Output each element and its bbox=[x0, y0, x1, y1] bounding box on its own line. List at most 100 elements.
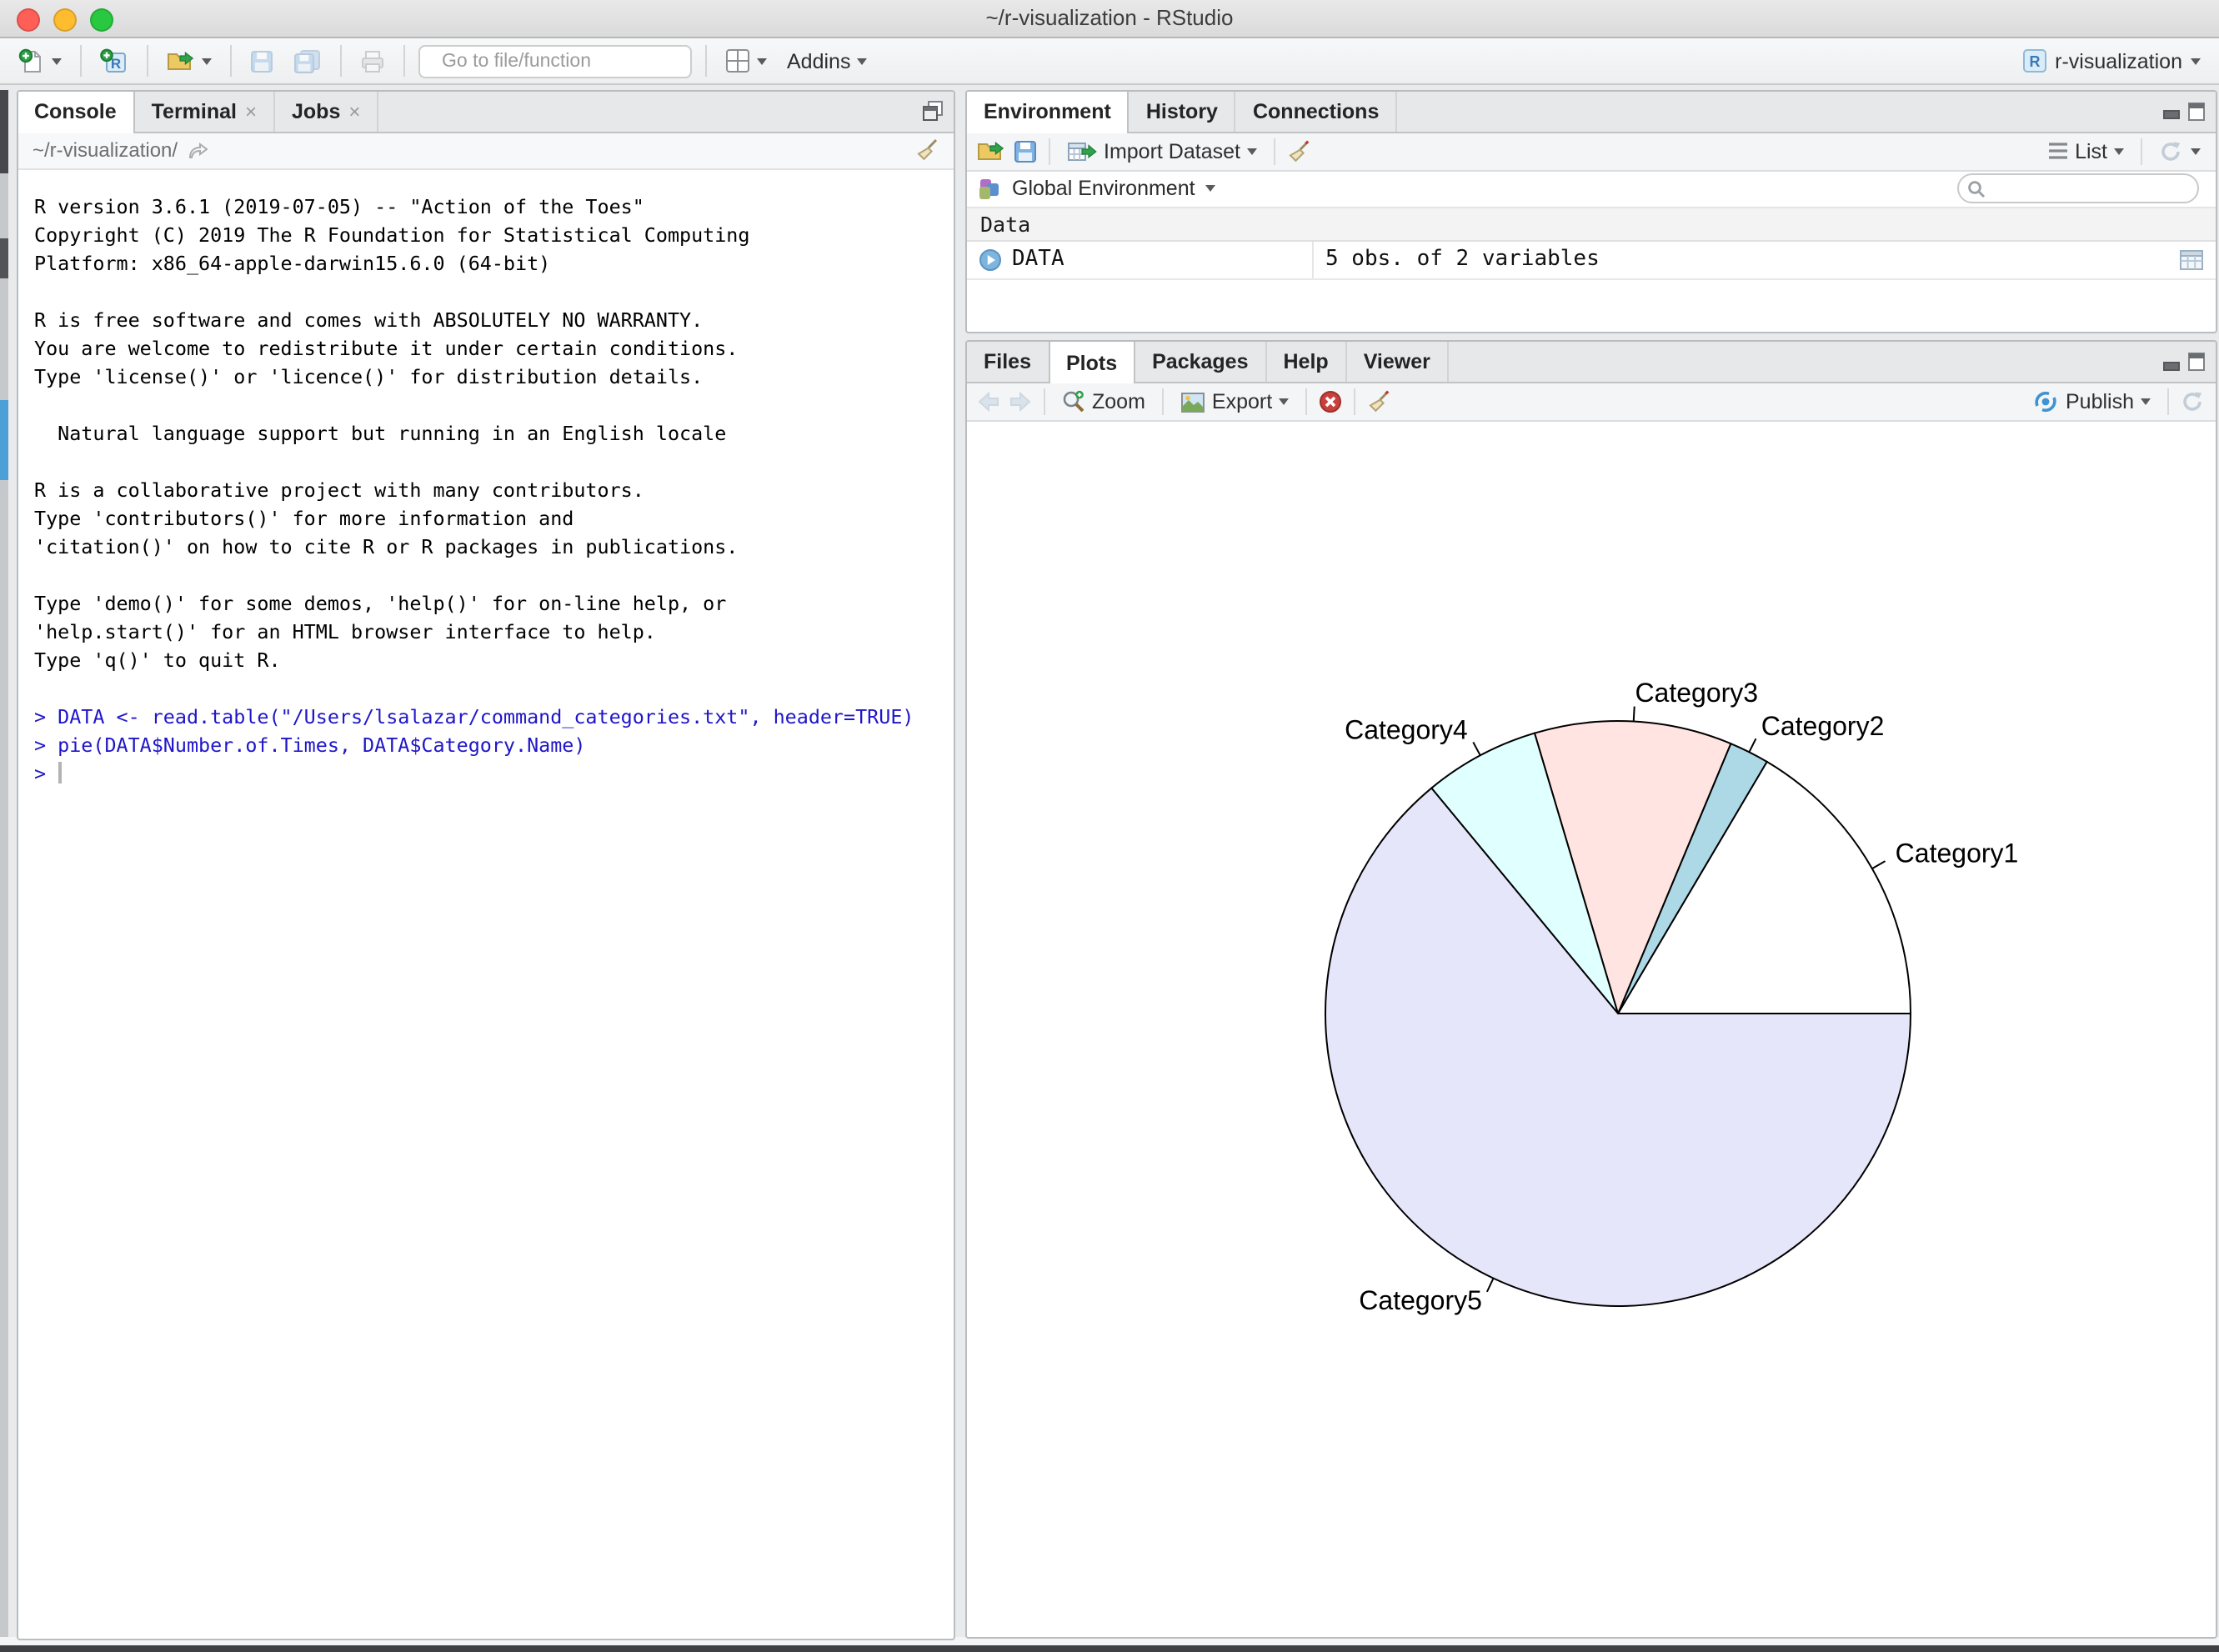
save-all-button[interactable] bbox=[288, 46, 327, 76]
tab-files[interactable]: Files bbox=[967, 342, 1049, 382]
maximize-pane-button[interactable] bbox=[921, 100, 943, 122]
console-output-line bbox=[34, 674, 936, 703]
traffic-light-close[interactable] bbox=[17, 8, 40, 32]
tab-packages[interactable]: Packages bbox=[1135, 342, 1266, 382]
console-output-line bbox=[34, 561, 936, 589]
title-bar: ~/r-visualization - RStudio bbox=[0, 0, 2219, 38]
goto-directory-icon[interactable] bbox=[188, 141, 208, 159]
environment-search-input[interactable] bbox=[1992, 177, 2189, 200]
toolbar-separator bbox=[705, 45, 707, 77]
export-plot-button[interactable]: Export bbox=[1175, 387, 1294, 417]
remove-plot-icon[interactable] bbox=[1319, 390, 1342, 413]
plots-toolbar: Zoom Export Publish bbox=[967, 383, 2216, 422]
maximize-pane-button[interactable] bbox=[2187, 101, 2206, 121]
list-view-label: List bbox=[2075, 139, 2107, 163]
environment-scope-label[interactable]: Global Environment bbox=[1012, 177, 1195, 200]
window-title: ~/r-visualization - RStudio bbox=[0, 0, 2219, 37]
addins-button[interactable]: Addins bbox=[782, 46, 872, 76]
traffic-light-zoom[interactable] bbox=[90, 8, 113, 32]
console-output-line: Type 'contributors()' for more informati… bbox=[34, 504, 936, 533]
minimize-pane-button[interactable] bbox=[2162, 102, 2181, 120]
tab-viewer[interactable]: Viewer bbox=[1347, 342, 1449, 382]
goto-file-function-input[interactable] bbox=[438, 49, 702, 73]
svg-text:R: R bbox=[2029, 53, 2040, 70]
toolbar-separator bbox=[147, 45, 148, 77]
dropdown-caret bbox=[52, 58, 62, 64]
console-output-line: Natural language support but running in … bbox=[34, 419, 936, 448]
tab-connections[interactable]: Connections bbox=[1236, 91, 1397, 131]
tab-environment[interactable]: Environment bbox=[967, 91, 1130, 133]
close-icon[interactable]: × bbox=[245, 99, 257, 123]
open-folder-icon bbox=[167, 48, 195, 73]
tab-help[interactable]: Help bbox=[1267, 342, 1347, 382]
tab-label: Terminal bbox=[152, 99, 237, 123]
toolbar-separator bbox=[2141, 138, 2142, 164]
toolbar-separator bbox=[80, 45, 82, 77]
tab-history[interactable]: History bbox=[1130, 91, 1236, 131]
console-output-line: 'help.start()' for an HTML browser inter… bbox=[34, 618, 936, 646]
clear-all-plots-broom-icon[interactable] bbox=[1367, 390, 1390, 413]
import-dataset-button[interactable]: Import Dataset bbox=[1062, 136, 1262, 166]
pie-label-tick bbox=[1872, 861, 1886, 869]
console-pane: Console Terminal × Jobs× ~/r-visualizatio… bbox=[16, 89, 954, 1639]
dropdown-caret bbox=[2114, 148, 2124, 154]
dropdown-caret bbox=[2191, 58, 2201, 64]
clear-console-broom-icon[interactable] bbox=[914, 138, 938, 162]
tab-terminal[interactable]: Terminal × bbox=[135, 91, 275, 131]
tab-jobs[interactable]: Jobs× bbox=[275, 91, 378, 131]
tab-label: Environment bbox=[984, 100, 1111, 123]
open-file-button[interactable] bbox=[162, 45, 217, 77]
pane-layout-button[interactable] bbox=[720, 45, 772, 77]
refresh-environment-button[interactable] bbox=[2154, 136, 2206, 166]
new-project-button[interactable]: R bbox=[95, 44, 133, 78]
next-plot-icon[interactable] bbox=[1009, 392, 1032, 412]
pie-label-tick bbox=[1749, 738, 1756, 752]
refresh-plot-icon[interactable] bbox=[2181, 390, 2206, 413]
load-workspace-icon[interactable] bbox=[977, 138, 1005, 163]
list-view-button[interactable]: List bbox=[2041, 136, 2129, 166]
dropdown-caret bbox=[1279, 398, 1289, 405]
tab-label: Help bbox=[1284, 350, 1329, 373]
expand-object-icon[interactable] bbox=[979, 248, 1002, 271]
minimize-pane-button[interactable] bbox=[2162, 353, 2181, 371]
console-output-line: 'citation()' on how to cite R or R packa… bbox=[34, 533, 936, 561]
goto-file-function-box[interactable] bbox=[418, 44, 692, 78]
toolbar-separator bbox=[1049, 138, 1050, 164]
save-workspace-icon[interactable] bbox=[1014, 139, 1037, 163]
working-directory: ~/r-visualization/ bbox=[33, 138, 178, 162]
tab-label: Connections bbox=[1253, 99, 1379, 123]
view-table-icon[interactable] bbox=[2179, 248, 2204, 271]
close-icon[interactable]: × bbox=[348, 99, 360, 123]
pie-label-tick bbox=[1634, 707, 1635, 722]
previous-plot-icon[interactable] bbox=[977, 392, 1000, 412]
tab-plots[interactable]: Plots bbox=[1048, 342, 1135, 383]
tab-console[interactable]: Console bbox=[18, 91, 135, 133]
environment-search-box[interactable] bbox=[1957, 173, 2199, 203]
search-icon bbox=[1967, 179, 1986, 198]
clear-environment-broom-icon[interactable] bbox=[1287, 139, 1310, 163]
toolbar-separator bbox=[403, 45, 405, 77]
export-plot-label: Export bbox=[1212, 390, 1272, 413]
maximize-pane-button[interactable] bbox=[2187, 352, 2206, 372]
toolbar-separator bbox=[1044, 388, 1045, 415]
import-dataset-icon bbox=[1067, 139, 1097, 163]
dropdown-caret bbox=[2191, 148, 2201, 154]
object-name: DATA bbox=[1012, 247, 1064, 272]
publish-plot-button[interactable]: Publish bbox=[2027, 387, 2156, 417]
zoom-plot-button[interactable]: Zoom bbox=[1057, 387, 1150, 417]
print-button[interactable] bbox=[355, 46, 390, 76]
console-path-row: ~/r-visualization/ bbox=[18, 133, 953, 169]
environment-object-row[interactable]: DATA 5 obs. of 2 variables bbox=[967, 241, 2216, 279]
project-menu-button[interactable]: R r-visualization bbox=[2016, 45, 2206, 77]
traffic-light-minimize[interactable] bbox=[53, 8, 77, 32]
console-output-line: Type 'demo()' for some demos, 'help()' f… bbox=[34, 589, 936, 618]
tab-label: Packages bbox=[1152, 350, 1248, 373]
tab-label: History bbox=[1146, 99, 1218, 123]
console-command-line: > DATA <- read.table("/Users/lsalazar/co… bbox=[34, 703, 936, 731]
console-cursor bbox=[58, 761, 62, 783]
console-output-line: R version 3.6.1 (2019-07-05) -- "Action … bbox=[34, 193, 936, 221]
save-button[interactable] bbox=[245, 46, 278, 76]
new-file-button[interactable] bbox=[13, 44, 67, 78]
console-output-line: Platform: x86_64-apple-darwin15.6.0 (64-… bbox=[34, 249, 936, 278]
pie-label: Category1 bbox=[1896, 839, 2019, 869]
